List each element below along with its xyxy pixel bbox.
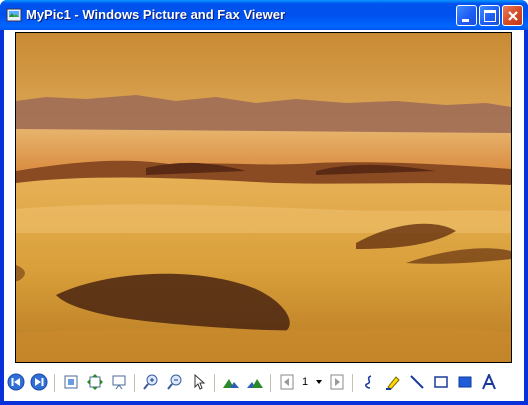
previous-image-icon — [7, 373, 25, 391]
rectangle-icon — [434, 376, 448, 388]
line-icon — [410, 375, 424, 389]
picture-display[interactable] — [15, 32, 512, 363]
rotate-counterclockwise-button[interactable] — [244, 371, 266, 393]
highlighter-icon — [386, 376, 400, 390]
toolbar-separator — [214, 374, 216, 392]
freehand-button[interactable] — [358, 371, 380, 393]
slideshow-button[interactable] — [108, 371, 130, 393]
text-annotation-icon — [482, 374, 496, 390]
next-image-icon — [30, 373, 48, 391]
best-fit-button[interactable] — [60, 371, 82, 393]
actual-size-button[interactable] — [84, 371, 106, 393]
text-annotation-button[interactable] — [478, 371, 500, 393]
close-button[interactable] — [502, 5, 523, 26]
zoom-in-button[interactable] — [140, 371, 162, 393]
next-page-button[interactable] — [326, 371, 348, 393]
client-area: 1 — [4, 30, 524, 401]
page-number: 1 — [302, 376, 309, 388]
close-icon — [508, 11, 518, 21]
previous-image-button[interactable] — [5, 371, 27, 393]
window-title: MyPic1 - Windows Picture and Fax Viewer — [26, 7, 285, 22]
page-dropdown-icon[interactable] — [316, 380, 322, 384]
pointer-button[interactable] — [188, 371, 210, 393]
rotate-clockwise-icon — [223, 379, 239, 388]
rotate-clockwise-button[interactable] — [220, 371, 242, 393]
toolbar-separator — [134, 374, 136, 392]
actual-size-icon — [87, 374, 103, 390]
zoom-out-button[interactable] — [164, 371, 186, 393]
zoom-in-icon — [143, 374, 158, 390]
viewer-window: MyPic1 - Windows Picture and Fax Viewer — [0, 0, 528, 405]
highlighter-button[interactable] — [382, 371, 404, 393]
desert-sand-dunes-icon — [16, 33, 511, 362]
minimize-button[interactable] — [456, 5, 477, 26]
rotate-counterclockwise-icon — [247, 379, 263, 388]
filled-rectangle-button[interactable] — [454, 371, 476, 393]
previous-page-button[interactable] — [276, 371, 298, 393]
best-fit-icon — [64, 375, 78, 389]
toolbar-separator — [270, 374, 272, 392]
minimize-icon — [462, 19, 469, 22]
slideshow-icon — [112, 375, 126, 390]
app-icon[interactable] — [6, 7, 22, 23]
maximize-icon — [484, 10, 496, 22]
viewer-toolbar: 1 — [4, 368, 524, 399]
rectangle-button[interactable] — [430, 371, 452, 393]
next-image-button[interactable] — [28, 371, 50, 393]
freehand-icon — [365, 375, 372, 389]
maximize-button[interactable] — [479, 5, 500, 26]
zoom-out-icon — [167, 374, 182, 390]
previous-page-icon — [280, 374, 294, 390]
line-button[interactable] — [406, 371, 428, 393]
next-page-icon — [330, 374, 344, 390]
pointer-icon — [194, 374, 206, 390]
title-bar[interactable]: MyPic1 - Windows Picture and Fax Viewer — [0, 0, 528, 30]
toolbar-separator — [54, 374, 56, 392]
filled-rectangle-icon — [458, 376, 472, 388]
toolbar-separator — [352, 374, 354, 392]
